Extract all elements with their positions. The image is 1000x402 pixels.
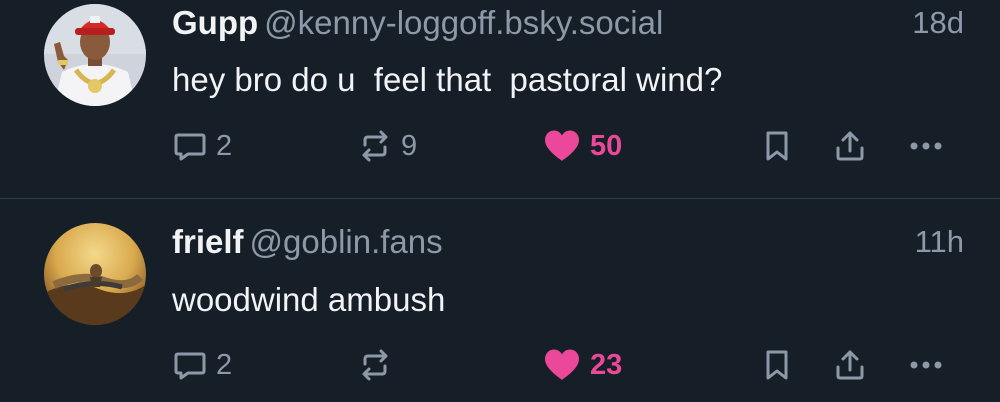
repost-button[interactable]: 9: [357, 124, 417, 168]
like-button[interactable]: 23: [542, 343, 622, 387]
feed-post[interactable]: Gupp @kenny-loggoff.bsky.social 18d hey b…: [0, 0, 1000, 198]
share-upload-icon: [836, 131, 864, 161]
author-display-name[interactable]: Gupp: [172, 4, 258, 41]
bookmark-icon: [766, 131, 788, 161]
repost-arrows-icon: [362, 349, 388, 381]
heart-icon: [545, 130, 579, 161]
bookmark-icon: [766, 350, 788, 380]
share-upload-icon: [836, 350, 864, 380]
like-button[interactable]: 50: [542, 124, 622, 168]
avatar[interactable]: [44, 223, 146, 325]
reply-count: 2: [216, 129, 233, 162]
share-button[interactable]: [832, 124, 868, 168]
post-text: woodwind ambush: [172, 281, 446, 318]
like-count: 50: [590, 129, 623, 162]
reply-button[interactable]: 2: [172, 343, 232, 387]
more-options-button[interactable]: [906, 343, 946, 387]
more-options-button[interactable]: [906, 124, 946, 168]
heart-icon: [545, 349, 579, 380]
post-header: Gupp @kenny-loggoff.bsky.social 18d: [172, 0, 964, 46]
bookmark-button[interactable]: [759, 124, 795, 168]
author-display-name[interactable]: frielf: [172, 223, 244, 260]
post-text: hey bro do u feel that pastoral wind?: [172, 61, 723, 98]
author-handle[interactable]: @kenny-loggoff.bsky.social: [264, 4, 663, 41]
feed-post[interactable]: frielf @goblin.fans 11h woodwind ambush 2…: [0, 199, 1000, 402]
post-timestamp[interactable]: 11h: [915, 219, 964, 265]
post-header: frielf @goblin.fans 11h: [172, 219, 964, 265]
post-timestamp[interactable]: 18d: [912, 0, 964, 46]
speech-bubble-icon: [174, 352, 206, 380]
repost-arrows-icon: [362, 130, 388, 162]
avatar-photo: [44, 4, 146, 106]
bookmark-button[interactable]: [759, 343, 795, 387]
reply-button[interactable]: 2: [172, 124, 232, 168]
post-actions: 2 23: [0, 343, 1000, 387]
reply-count: 2: [216, 348, 233, 381]
repost-count: 9: [401, 129, 418, 162]
author-handle[interactable]: @goblin.fans: [250, 223, 443, 260]
ellipsis-icon: [910, 142, 942, 150]
avatar-painting: [44, 223, 146, 325]
share-button[interactable]: [832, 343, 868, 387]
like-count: 23: [590, 348, 623, 381]
post-actions: 2 9 50: [0, 124, 1000, 168]
speech-bubble-icon: [174, 133, 206, 161]
repost-button[interactable]: [357, 343, 401, 387]
avatar[interactable]: [44, 4, 146, 106]
ellipsis-icon: [910, 361, 942, 369]
